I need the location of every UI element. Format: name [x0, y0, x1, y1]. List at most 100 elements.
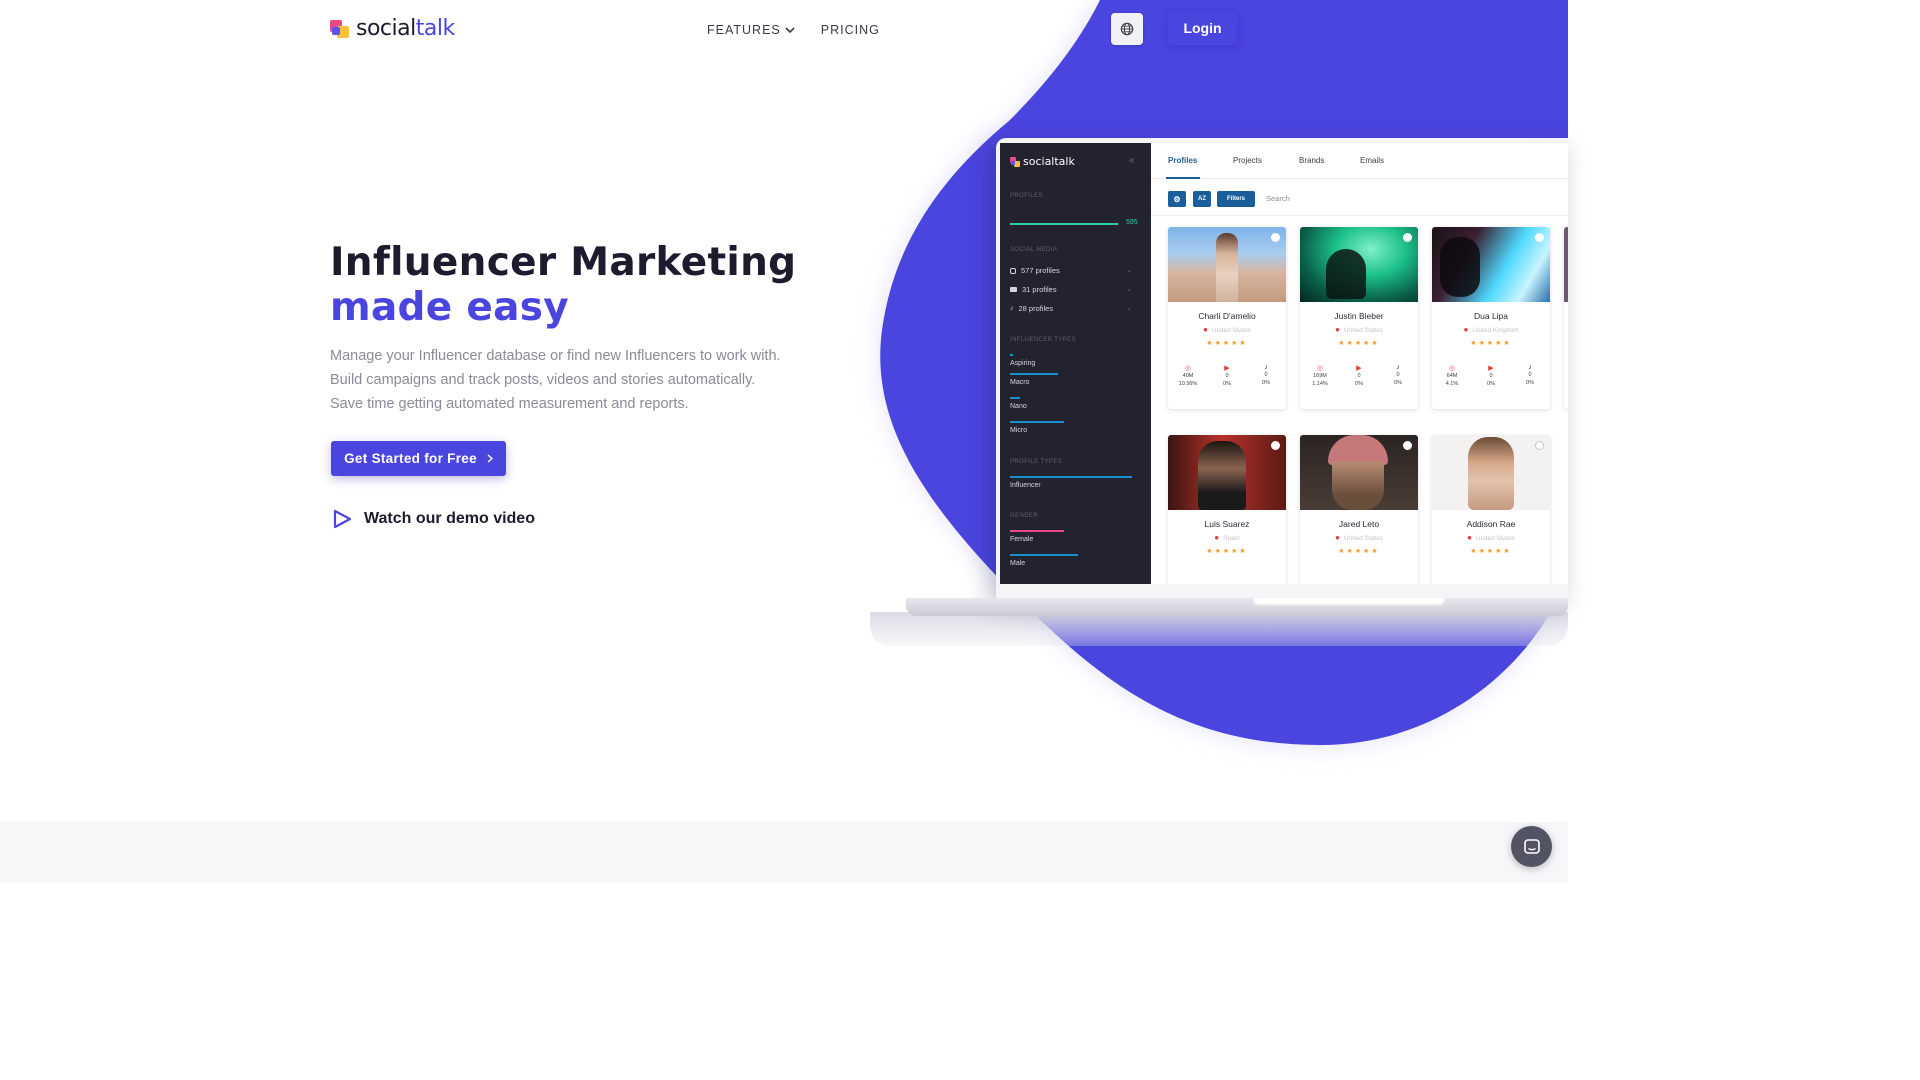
- app-tabs: Profiles Projects Brands Emails: [1151, 143, 1568, 179]
- stat-instagram: ◎ 40M 10.56%: [1173, 364, 1203, 388]
- chevron-down-icon[interactable]: ⌄: [1126, 304, 1132, 312]
- tab-projects[interactable]: Projects: [1233, 156, 1262, 165]
- location-pin-icon: ●: [1335, 325, 1340, 334]
- profile-card[interactable]: Addison Rae ● United States ★★★★★: [1432, 435, 1550, 584]
- type-bar: [1010, 421, 1064, 423]
- laptop-shadow: [870, 612, 1568, 646]
- profile-card[interactable]: Jared Leto ● United States ★★★★★: [1300, 435, 1418, 584]
- get-started-button[interactable]: Get Started for Free: [331, 441, 506, 476]
- filters-button[interactable]: Filters: [1217, 191, 1255, 207]
- main-nav: FEATURES PRICING: [707, 23, 880, 37]
- stat-tiktok: ♪ 0 0%: [1251, 364, 1281, 387]
- location-pin-icon: ●: [1214, 533, 1220, 542]
- profile-name: Dua Lipa: [1473, 311, 1509, 321]
- youtube-icon: ▶: [1224, 365, 1230, 372]
- sidebar-item-tiktok[interactable]: ♪ 28 profiles: [1010, 304, 1053, 313]
- tab-emails[interactable]: Emails: [1360, 156, 1384, 165]
- profile-card[interactable]: Dua Lipa ● United Kingdom ★★★★★ ◎ 64M 4.1% …: [1432, 227, 1550, 409]
- instagram-icon: [1010, 267, 1016, 274]
- profile-photo: [1564, 227, 1568, 302]
- select-checkbox[interactable]: [1403, 441, 1412, 450]
- sidebar-item-female[interactable]: Female: [1010, 536, 1033, 543]
- profile-name: Addison Rae: [1466, 519, 1516, 529]
- youtube-icon: ▶: [1488, 365, 1494, 372]
- instagram-icon: ◎: [1316, 365, 1324, 372]
- type-bar: [1010, 397, 1020, 399]
- next-section: [0, 822, 1568, 882]
- profile-photo: [1432, 435, 1550, 510]
- profile-location: ● United States: [1467, 533, 1515, 542]
- profile-name: Jared Leto: [1338, 519, 1380, 529]
- laptop-base: [906, 598, 1568, 616]
- app-screenshot: socialtalk « PROFILES 595 SOCIAL MEDIA 5…: [996, 138, 1568, 600]
- location-pin-icon: ●: [1335, 533, 1340, 542]
- sort-az-button[interactable]: AZ: [1193, 191, 1211, 207]
- location-pin-icon: ●: [1203, 325, 1208, 334]
- profile-name: Charli D'amelio: [1198, 311, 1256, 321]
- profile-card[interactable]: Charli D'amelio ● United States ★★★★★ ◎ 40…: [1168, 227, 1286, 409]
- collapse-sidebar-icon[interactable]: «: [1129, 155, 1135, 166]
- hero-description-line: Save time getting automated measurement …: [330, 396, 689, 412]
- logo[interactable]: socialtalk: [330, 16, 455, 41]
- app-main: Profiles Projects Brands Emails ⚙ AZ Fil…: [1151, 143, 1568, 584]
- profile-name: Justin Bieber: [1334, 311, 1384, 321]
- profile-card-partial[interactable]: [1564, 227, 1568, 409]
- sidebar-item-male[interactable]: Male: [1010, 560, 1025, 567]
- search-input[interactable]: Search: [1266, 194, 1290, 203]
- select-checkbox[interactable]: [1271, 233, 1280, 242]
- profile-photo: [1168, 435, 1286, 510]
- language-button[interactable]: [1111, 13, 1143, 45]
- chat-launcher-button[interactable]: [1511, 826, 1552, 867]
- sidebar-item-macro[interactable]: Macro: [1010, 379, 1029, 386]
- nav-features[interactable]: FEATURES: [707, 23, 795, 37]
- sidebar-item-influencer[interactable]: Influencer: [1010, 482, 1041, 489]
- logo-mark-icon: [330, 18, 350, 40]
- rating-stars: ★★★★★: [1470, 340, 1512, 347]
- tab-brands[interactable]: Brands: [1299, 156, 1324, 165]
- profile-photo: [1300, 227, 1418, 302]
- profile-location: ● United Kingdom: [1463, 325, 1519, 334]
- chevron-down-icon[interactable]: ⌄: [1126, 285, 1132, 293]
- select-checkbox[interactable]: [1403, 233, 1412, 242]
- chevron-down-icon[interactable]: ⌄: [1126, 266, 1132, 274]
- nav-pricing[interactable]: PRICING: [821, 23, 880, 37]
- profile-photo: [1300, 435, 1418, 510]
- profile-location: ● United States: [1335, 533, 1383, 542]
- stat-tiktok: ♪ 0 0%: [1383, 364, 1413, 387]
- type-bar: [1010, 373, 1058, 375]
- rating-stars: ★★★★★: [1206, 340, 1248, 347]
- hero-title: Influencer Marketing: [330, 240, 797, 285]
- stat-instagram: ◎ 169M 1.14%: [1305, 364, 1335, 388]
- sidebar-item-youtube[interactable]: 31 profiles: [1010, 285, 1057, 294]
- stat-tiktok: ♪ 0 0%: [1515, 364, 1545, 387]
- tab-profiles[interactable]: Profiles: [1168, 156, 1197, 165]
- sidebar-item-aspiring[interactable]: Aspiring: [1010, 360, 1035, 367]
- select-checkbox[interactable]: [1535, 441, 1544, 450]
- type-bar: [1010, 354, 1013, 356]
- login-button[interactable]: Login: [1168, 11, 1237, 45]
- chevron-down-icon: [785, 27, 795, 34]
- select-checkbox[interactable]: [1535, 233, 1544, 242]
- tiktok-icon: ♪: [1264, 364, 1268, 371]
- rating-stars: ★★★★★: [1338, 548, 1380, 555]
- sidebar-item-micro[interactable]: Micro: [1010, 427, 1027, 434]
- profile-card[interactable]: Justin Bieber ● United States ★★★★★ ◎ 169M…: [1300, 227, 1418, 409]
- profile-card[interactable]: Luis Suarez ● Spain ★★★★★: [1168, 435, 1286, 584]
- sidebar-item-instagram[interactable]: 577 profiles: [1010, 266, 1060, 275]
- watch-demo-link[interactable]: Watch our demo video: [331, 508, 535, 530]
- hero-description: Manage your Influencer database or find …: [330, 344, 810, 416]
- profile-stats: ◎ 64M 4.1% ▶ 0 0% ♪ 0 0%: [1432, 364, 1550, 404]
- tiktok-icon: ♪: [1396, 364, 1400, 371]
- gender-bar: [1010, 530, 1064, 532]
- instagram-icon: ◎: [1448, 365, 1456, 372]
- rating-stars: ★★★★★: [1338, 340, 1380, 347]
- sidebar-heading: PROFILE TYPES: [1010, 459, 1063, 465]
- stat-youtube: ▶ 0 0%: [1476, 364, 1506, 388]
- settings-button[interactable]: ⚙: [1168, 191, 1186, 207]
- location-pin-icon: ●: [1467, 533, 1472, 542]
- hero-title-accent: made easy: [330, 285, 570, 330]
- profile-location: ● United States: [1203, 325, 1251, 334]
- sidebar-heading: SOCIAL MEDIA: [1010, 247, 1058, 253]
- sidebar-item-nano[interactable]: Nano: [1010, 403, 1027, 410]
- select-checkbox[interactable]: [1271, 441, 1280, 450]
